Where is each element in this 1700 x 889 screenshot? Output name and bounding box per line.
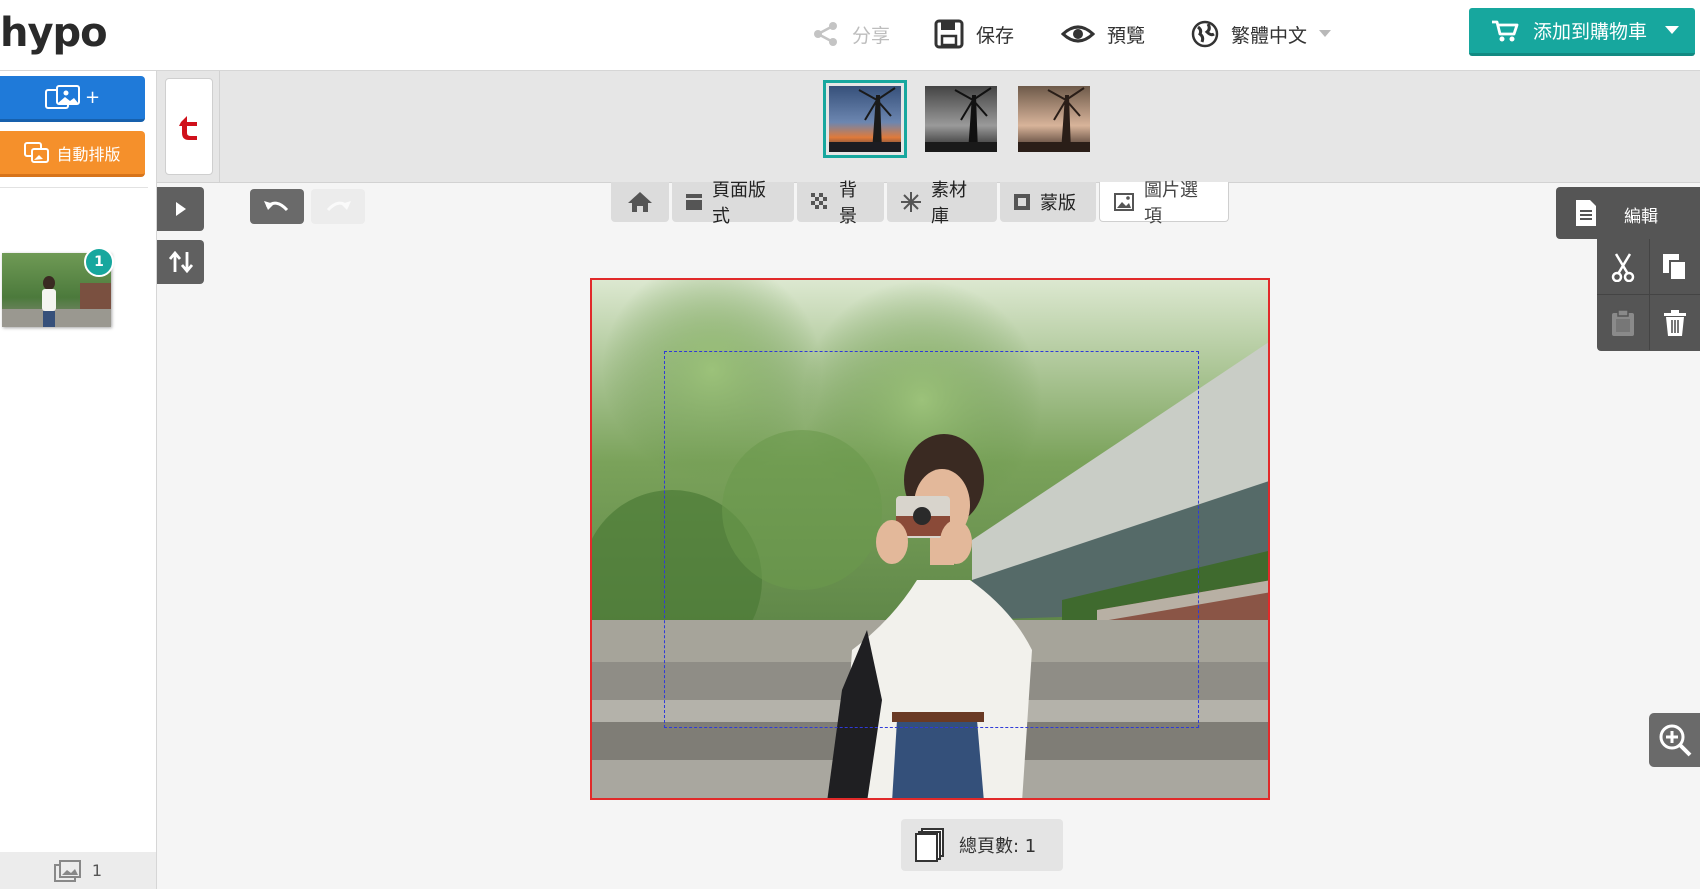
copy-icon — [1662, 253, 1688, 281]
filter-strip — [157, 71, 1700, 183]
editor-tabs: 頁面版式 背景 素材庫 蒙版 圖片選項 — [611, 180, 1229, 227]
photo-count: 1 — [0, 852, 156, 889]
pages-stack-icon — [915, 828, 945, 862]
copy-button[interactable] — [1649, 239, 1700, 295]
tab-home[interactable] — [611, 182, 669, 222]
edit-label: 編輯 — [1624, 207, 1658, 227]
image-icon — [1114, 192, 1134, 211]
photo-count-value: 1 — [91, 861, 103, 880]
cart-label: 添加到購物車 — [1533, 21, 1648, 43]
total-pages-indicator: 總頁數: 1 — [901, 819, 1063, 871]
home-icon — [627, 191, 653, 213]
trash-icon — [1663, 309, 1687, 337]
photo-canvas[interactable] — [590, 278, 1270, 800]
safe-area-guide — [664, 351, 1199, 728]
globe-icon — [1191, 20, 1219, 48]
tab-mask[interactable]: 蒙版 — [1000, 182, 1096, 222]
filter-sepia[interactable] — [1018, 86, 1090, 152]
zoom-in-icon — [1658, 723, 1692, 757]
top-bar: hypo 分享 保存 預覽 繁體中文 添加到購物車 — [0, 0, 1700, 71]
mask-icon — [1014, 194, 1030, 210]
share-label: 分享 — [852, 24, 891, 47]
brand-tab[interactable] — [165, 78, 213, 175]
language-label: 繁體中文 — [1231, 24, 1308, 47]
add-image-icon — [44, 84, 83, 111]
auto-layout-button[interactable]: 自動排版 — [0, 131, 145, 177]
cart-icon — [1491, 19, 1519, 43]
save-label: 保存 — [976, 24, 1015, 47]
tab-image-options[interactable]: 圖片選項 — [1099, 180, 1229, 227]
tab-background-label: 背景 — [839, 180, 857, 227]
delete-button[interactable] — [1649, 295, 1700, 350]
redo-icon — [324, 198, 352, 216]
sidebar-divider — [0, 187, 148, 188]
add-photo-label: + — [84, 87, 101, 108]
redo-button[interactable] — [311, 189, 365, 224]
sparkle-icon — [901, 192, 921, 212]
edit-panel-toggle[interactable]: 編輯 — [1556, 187, 1700, 239]
undo-icon — [263, 198, 291, 216]
swap-arrows-icon — [168, 251, 194, 273]
language-selector[interactable]: 繁體中文 — [1191, 14, 1332, 54]
add-photo-button[interactable]: + — [0, 76, 145, 122]
chevron-down-icon — [1319, 30, 1332, 38]
auto-layout-icon — [24, 141, 50, 164]
cut-button[interactable] — [1597, 239, 1650, 295]
filter-original[interactable] — [823, 80, 907, 158]
add-to-cart-button[interactable]: 添加到購物車 — [1469, 8, 1695, 56]
paste-button[interactable] — [1597, 295, 1650, 350]
share-icon — [812, 20, 840, 48]
photo-sidebar: + 自動排版 1 1 — [0, 71, 157, 889]
hypo-logo[interactable]: hypo — [0, 10, 108, 56]
layout-icon — [686, 194, 702, 210]
logo-text: hypo — [0, 10, 108, 56]
edit-document-icon — [1574, 199, 1598, 227]
page-count-label: 總頁數: 1 — [959, 836, 1037, 857]
images-icon — [53, 859, 82, 882]
floppy-disk-icon — [934, 19, 964, 49]
tab-page-layout-label: 頁面版式 — [712, 180, 766, 227]
cart-dropdown-icon[interactable] — [1665, 26, 1679, 34]
filter-grayscale[interactable] — [925, 86, 997, 152]
tab-materials[interactable]: 素材庫 — [887, 180, 997, 227]
edit-tools — [1597, 239, 1700, 351]
checkerboard-icon — [811, 193, 829, 211]
scissors-icon — [1610, 252, 1636, 282]
tab-image-options-label: 圖片選項 — [1144, 179, 1198, 227]
share-button[interactable]: 分享 — [812, 14, 890, 54]
tab-page-layout[interactable]: 頁面版式 — [672, 180, 794, 227]
preview-label: 預覽 — [1107, 24, 1146, 47]
strip-divider — [219, 71, 220, 182]
play-arrow-icon — [175, 201, 187, 217]
expand-panel-button[interactable] — [157, 187, 204, 231]
brand-t-icon — [177, 114, 201, 140]
zoom-in-button[interactable] — [1649, 713, 1700, 767]
save-button[interactable]: 保存 — [934, 14, 1014, 54]
tab-background[interactable]: 背景 — [797, 180, 884, 227]
tab-mask-label: 蒙版 — [1040, 193, 1076, 214]
page-number-badge: 1 — [84, 247, 114, 277]
tab-materials-label: 素材庫 — [931, 180, 967, 227]
clipboard-icon — [1611, 308, 1635, 337]
preview-button[interactable]: 預覽 — [1061, 14, 1145, 54]
undo-button[interactable] — [250, 189, 304, 224]
auto-layout-label: 自動排版 — [56, 144, 121, 164]
swap-pages-button[interactable] — [157, 240, 204, 284]
eye-icon — [1061, 22, 1095, 46]
